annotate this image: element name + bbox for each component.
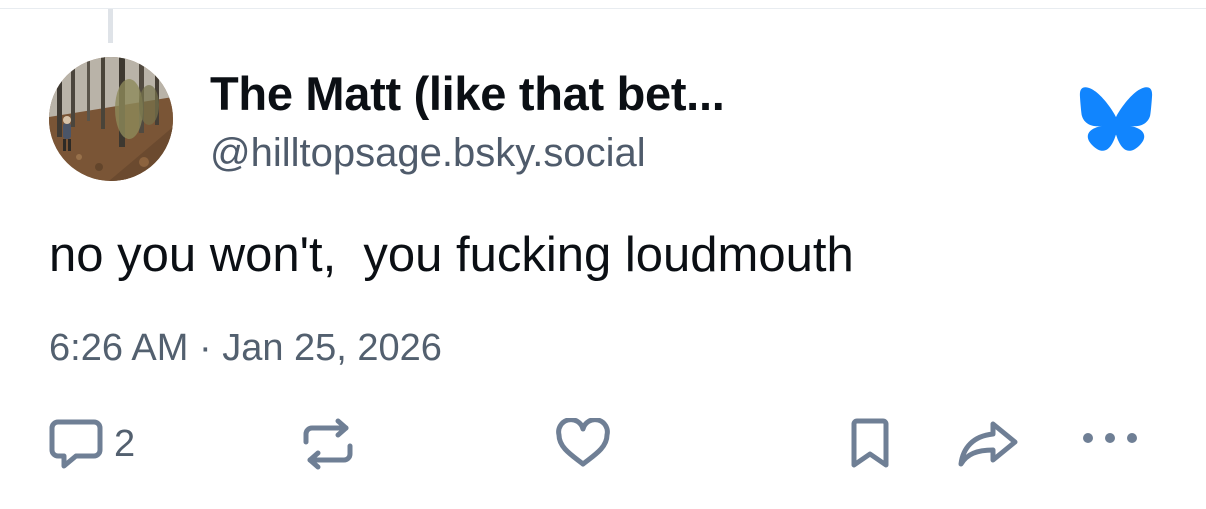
avatar-photo bbox=[49, 57, 173, 181]
share-button[interactable] bbox=[955, 418, 1021, 470]
thread-line bbox=[108, 9, 113, 43]
divider bbox=[0, 8, 1206, 9]
reply-count: 2 bbox=[114, 422, 136, 465]
repost-button[interactable] bbox=[300, 418, 356, 470]
bookmark-icon bbox=[851, 418, 889, 468]
repost-icon bbox=[303, 418, 353, 470]
speech-bubble-icon bbox=[49, 419, 103, 469]
author-display-name[interactable]: The Matt (like that bet... bbox=[210, 66, 725, 121]
bluesky-butterfly-icon[interactable] bbox=[1078, 86, 1154, 152]
share-arrow-icon bbox=[958, 421, 1018, 467]
post-card: The Matt (like that bet... @hilltopsage.… bbox=[0, 0, 1206, 509]
heart-icon bbox=[556, 418, 610, 467]
more-options-button[interactable] bbox=[1080, 430, 1140, 446]
avatar[interactable] bbox=[49, 57, 173, 181]
post-text: no you won't, you fucking loudmouth bbox=[49, 228, 854, 282]
author-handle[interactable]: @hilltopsage.bsky.social bbox=[210, 131, 646, 176]
bookmark-button[interactable] bbox=[846, 418, 894, 470]
reply-button[interactable]: 2 bbox=[48, 418, 135, 470]
post-timestamp[interactable]: 6:26 AM · Jan 25, 2026 bbox=[49, 327, 442, 370]
ellipsis-icon bbox=[1083, 433, 1137, 443]
like-button[interactable] bbox=[555, 418, 611, 470]
